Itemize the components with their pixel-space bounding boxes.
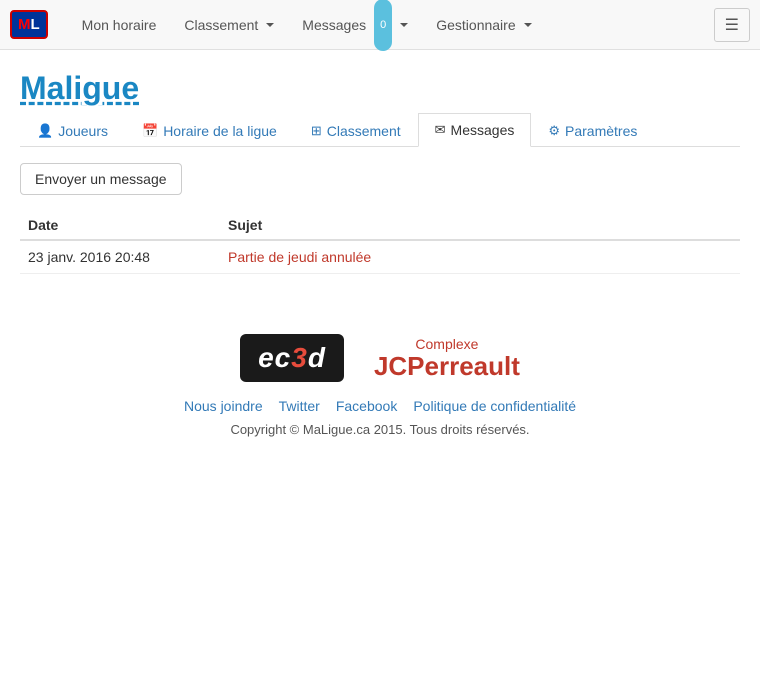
tab-label: Joueurs <box>58 123 108 139</box>
footer-links: Nous joindre Twitter Facebook Politique … <box>20 398 740 414</box>
col-header-subject: Sujet <box>220 211 740 240</box>
nav-item-gestionnaire[interactable]: Gestionnaire <box>422 0 545 50</box>
chevron-down-icon <box>400 23 408 27</box>
jcperreault-logo[interactable]: Complexe JCPerreault <box>374 336 520 381</box>
nav-links: Mon horaire Classement Messages 0 Gestio… <box>68 0 714 50</box>
tab-classement[interactable]: ⊞ Classement <box>294 113 418 147</box>
nav-item-classement[interactable]: Classement <box>170 0 288 50</box>
grid-icon: ⊞ <box>311 123 322 139</box>
calendar-icon: 📅 <box>142 123 158 139</box>
navbar-toggle-button[interactable]: ☰ <box>714 8 750 42</box>
ec3d-logo[interactable]: ec3d <box>240 334 344 382</box>
nav-item-label: Messages <box>302 0 366 50</box>
tab-label: Horaire de la ligue <box>163 123 277 139</box>
nav-item-messages[interactable]: Messages 0 <box>288 0 422 50</box>
table-row[interactable]: 23 janv. 2016 20:48Partie de jeudi annul… <box>20 240 740 274</box>
chevron-down-icon <box>524 23 532 27</box>
table-header-row: Date Sujet <box>20 211 740 240</box>
footer-copyright: Copyright © MaLigue.ca 2015. Tous droits… <box>20 422 740 437</box>
user-icon: 👤 <box>37 123 53 139</box>
page-title: Maligue <box>20 70 740 107</box>
chevron-down-icon <box>266 23 274 27</box>
ec3d-text: ec3d <box>258 342 326 374</box>
nav-item-label: Mon horaire <box>82 17 157 33</box>
cell-subject[interactable]: Partie de jeudi annulée <box>220 240 740 274</box>
send-message-button[interactable]: Envoyer un message <box>20 163 182 195</box>
messages-table: Date Sujet 23 janv. 2016 20:48Partie de … <box>20 211 740 274</box>
gear-icon: ⚙ <box>548 123 560 139</box>
nav-item-mon-horaire[interactable]: Mon horaire <box>68 0 171 50</box>
tab-parametres[interactable]: ⚙ Paramètres <box>531 113 654 147</box>
footer-link-nous-joindre[interactable]: Nous joindre <box>184 398 263 414</box>
page-content: Maligue 👤 Joueurs 📅 Horaire de la ligue … <box>0 50 760 467</box>
nav-item-label: Classement <box>184 0 258 50</box>
jcp-name-text: JCPerreault <box>374 352 520 381</box>
messages-badge: 0 <box>374 0 392 51</box>
footer-logos: ec3d Complexe JCPerreault <box>20 334 740 382</box>
logo-badge: ML <box>10 10 48 39</box>
footer-link-politique[interactable]: Politique de confidentialité <box>413 398 576 414</box>
envelope-icon: ✉ <box>435 122 446 138</box>
tabs-bar: 👤 Joueurs 📅 Horaire de la ligue ⊞ Classe… <box>20 113 740 147</box>
jcp-complexe-text: Complexe <box>415 336 478 352</box>
brand-logo[interactable]: ML <box>10 10 48 39</box>
tab-messages[interactable]: ✉ Messages <box>418 113 532 147</box>
tab-label: Classement <box>327 123 401 139</box>
footer-link-twitter[interactable]: Twitter <box>279 398 320 414</box>
tab-horaire[interactable]: 📅 Horaire de la ligue <box>125 113 294 147</box>
tab-label: Messages <box>451 122 515 138</box>
navbar: ML Mon horaire Classement Messages 0 Ges… <box>0 0 760 50</box>
footer-link-facebook[interactable]: Facebook <box>336 398 397 414</box>
col-header-date: Date <box>20 211 220 240</box>
footer: ec3d Complexe JCPerreault Nous joindre T… <box>20 334 740 467</box>
hamburger-icon: ☰ <box>725 17 739 34</box>
tab-label: Paramètres <box>565 123 637 139</box>
nav-item-label: Gestionnaire <box>436 0 515 50</box>
tab-joueurs[interactable]: 👤 Joueurs <box>20 113 125 147</box>
cell-date: 23 janv. 2016 20:48 <box>20 240 220 274</box>
